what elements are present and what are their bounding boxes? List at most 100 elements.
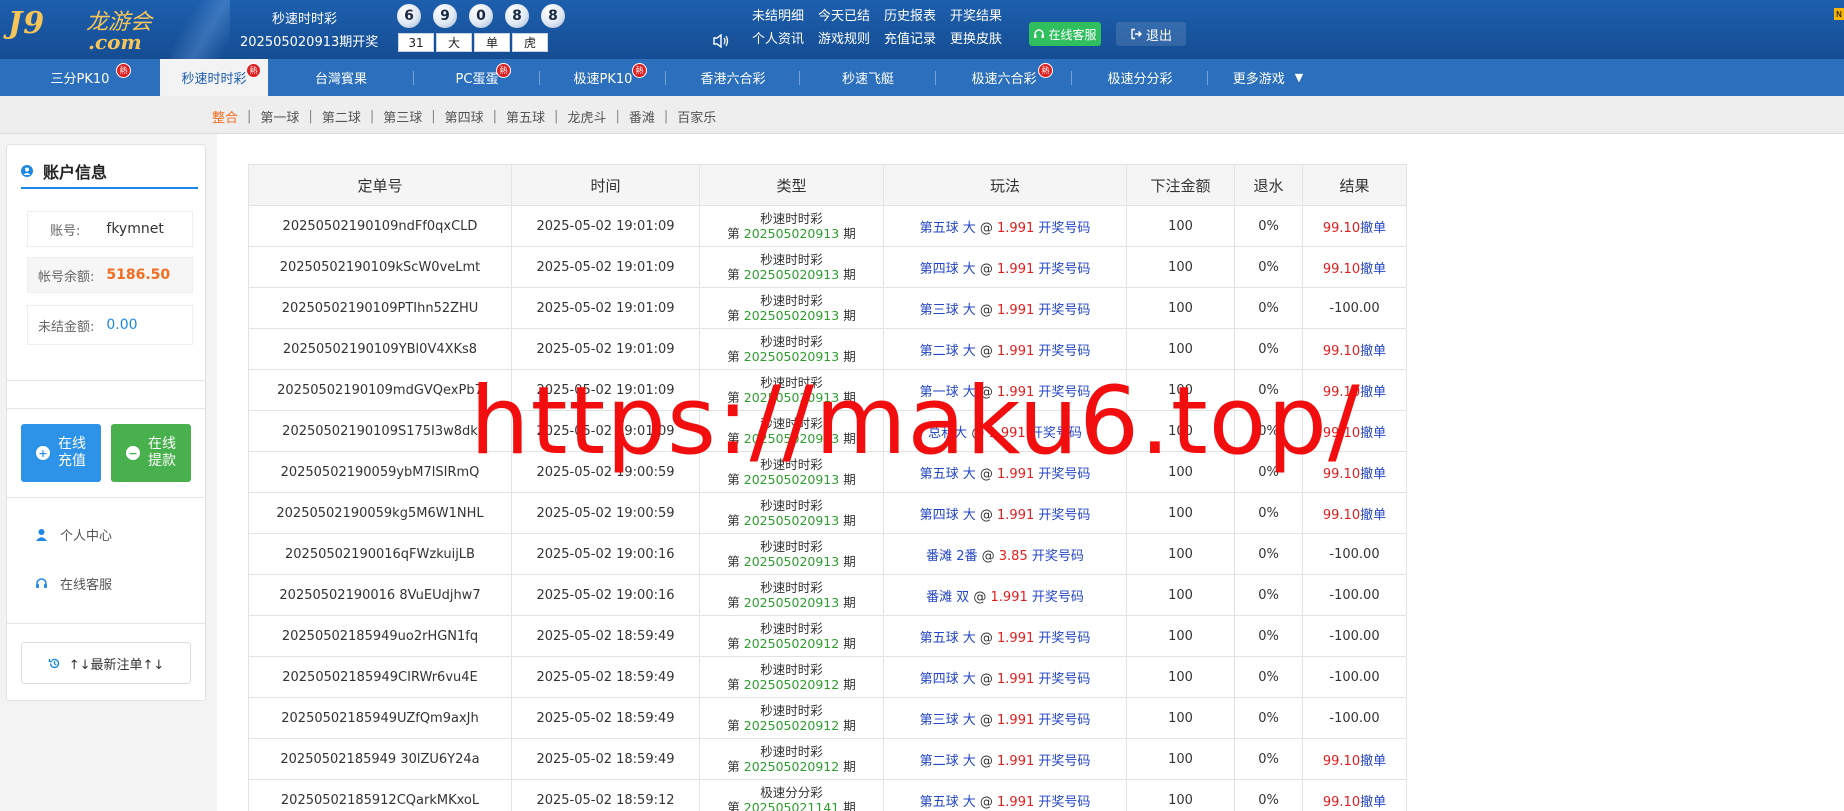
sound-icon[interactable]	[712, 33, 730, 49]
link-deposit-records[interactable]: 充值记录	[884, 28, 936, 47]
draw-number-link[interactable]: 开奖号码	[1038, 344, 1090, 359]
cancel-order-link[interactable]: 撤单	[1360, 221, 1386, 236]
cancel-order-link[interactable]: 撤单	[1360, 426, 1386, 441]
deposit-button[interactable]: + 在线 充值	[21, 424, 101, 482]
sub-tab-dragon-tiger[interactable]: 龙虎斗	[567, 107, 606, 126]
draw-number-link[interactable]: 开奖号码	[1032, 590, 1084, 605]
draw-number-link[interactable]: 开奖号码	[1038, 221, 1090, 236]
draw-number-link[interactable]: 开奖号码	[1038, 795, 1090, 810]
nav-item-speed-pk10[interactable]: 极速PK10 熱	[540, 59, 666, 96]
time-cell: 2025-05-02 19:01:09	[511, 287, 700, 329]
result-cell: 99.10撤单	[1302, 738, 1407, 780]
issue-line: 第 202505020912 期	[700, 718, 883, 733]
main-content: 定单号 时间 类型 玩法 下注金额 退水 结果 20250502190109nd…	[217, 134, 1844, 811]
cancel-order-link[interactable]: 撤单	[1360, 467, 1386, 482]
plus-icon: +	[36, 446, 50, 460]
nav-item-3min-pk10[interactable]: 三分PK10 熱	[0, 59, 160, 96]
headset-icon	[1034, 29, 1045, 38]
logout-button[interactable]: 退出	[1116, 22, 1186, 46]
bet-amount-cell: 100	[1126, 451, 1235, 493]
result-cell: 99.10撤单	[1302, 205, 1407, 247]
nav-item-hk-marksix[interactable]: 香港六合彩	[666, 59, 800, 96]
draw-number-link[interactable]: 开奖号码	[1038, 672, 1090, 687]
link-draw-results[interactable]: 开奖结果	[950, 5, 1002, 24]
link-personal-info[interactable]: 个人资讯	[752, 28, 804, 47]
sub-separator: |	[554, 109, 559, 124]
sub-separator: |	[663, 109, 669, 124]
customer-service-button[interactable]: 在线客服	[1029, 22, 1101, 46]
odds-value: 3.85	[998, 548, 1028, 564]
draw-number-link[interactable]: 开奖号码	[1038, 467, 1090, 482]
result-cell: -100.00	[1302, 533, 1407, 575]
play-name: 第四球 大	[919, 261, 976, 277]
header-links: 未结明细 今天已结 历史报表 开奖结果 个人资讯 游戏规则 充值记录 更换皮肤	[752, 5, 1002, 47]
game-name: 秒速时时彩	[760, 375, 823, 390]
sub-tab-baccarat[interactable]: 百家乐	[677, 107, 716, 126]
link-history-report[interactable]: 历史报表	[884, 5, 936, 24]
type-cell: 秒速时时彩第 202505020913 期	[699, 410, 884, 452]
play-cell: 番滩 双 @ 1.991 开奖号码	[883, 574, 1127, 616]
time-cell: 2025-05-02 18:59:49	[511, 615, 700, 657]
play-name: 第二球 大	[919, 343, 976, 359]
draw-number-link[interactable]: 开奖号码	[1038, 385, 1090, 400]
sub-tab-ball-3[interactable]: 第三球	[383, 107, 422, 126]
result-cell: 99.10撤单	[1302, 369, 1407, 411]
result-amount: 99.10	[1322, 220, 1361, 236]
cancel-order-link[interactable]: 撤单	[1360, 385, 1386, 400]
play-name: 第一球 大	[919, 384, 976, 400]
type-cell: 秒速时时彩第 202505020912 期	[699, 738, 884, 780]
nav-item-more-games[interactable]: 更多游戏 ▼	[1208, 59, 1328, 96]
cancel-order-link[interactable]: 撤单	[1360, 262, 1386, 277]
col-order-no: 定单号	[248, 164, 512, 206]
table-row: 20250502190016qFWzkuijLB 2025-05-02 19:00…	[248, 533, 1407, 575]
sub-tab-ball-4[interactable]: 第四球	[445, 107, 484, 126]
draw-number-link[interactable]: 开奖号码	[1038, 754, 1090, 769]
draw-number-link[interactable]: 开奖号码	[1038, 303, 1090, 318]
nav-item-pc-egg[interactable]: PC蛋蛋 熱	[414, 59, 540, 96]
issue-prefix: 第	[727, 472, 740, 487]
link-today-settled[interactable]: 今天已结	[818, 5, 870, 24]
result-cell: 99.10撤单	[1302, 410, 1407, 452]
nav-item-label: 更多游戏	[1232, 72, 1285, 87]
play-cell: 第三球 大 @ 1.991 开奖号码	[883, 287, 1127, 329]
sub-separator: |	[615, 109, 620, 124]
result-amount: 99.10	[1322, 384, 1361, 400]
customer-service-label: 在线客服	[1048, 27, 1097, 42]
time-cell: 2025-05-02 18:59:49	[511, 738, 700, 780]
draw-number-link[interactable]: 开奖号码	[1032, 549, 1084, 564]
sub-tab-ball-2[interactable]: 第二球	[322, 107, 361, 126]
game-name: 秒速时时彩	[760, 334, 823, 349]
draw-number-link[interactable]: 开奖号码	[1038, 508, 1090, 523]
cancel-order-link[interactable]: 撤单	[1360, 508, 1386, 523]
personal-center-link[interactable]: 个人中心	[35, 525, 112, 544]
sub-tab-combined[interactable]: 整合	[212, 107, 238, 126]
link-change-skin[interactable]: 更换皮肤	[950, 28, 1002, 47]
sub-tab-fantan[interactable]: 番滩	[629, 107, 655, 126]
draw-number-link[interactable]: 开奖号码	[1038, 262, 1090, 277]
game-name: 秒速时时彩	[760, 498, 823, 513]
cancel-order-link[interactable]: 撤单	[1360, 795, 1386, 810]
online-service-link[interactable]: 在线客服	[35, 574, 112, 593]
at-symbol: @	[979, 630, 993, 646]
draw-number-link[interactable]: 开奖号码	[1030, 426, 1082, 441]
at-symbol: @	[981, 548, 995, 564]
sub-tab-ball-5[interactable]: 第五球	[506, 107, 545, 126]
cancel-order-link[interactable]: 撤单	[1360, 754, 1386, 769]
result-amount: -100.00	[1329, 587, 1380, 603]
draw-number-link[interactable]: 开奖号码	[1038, 713, 1090, 728]
link-game-rules[interactable]: 游戏规则	[818, 28, 870, 47]
nav-item-second-ssc[interactable]: 秒速时时彩 熱	[160, 59, 268, 96]
draw-number-link[interactable]: 开奖号码	[1038, 631, 1090, 646]
cancel-order-link[interactable]: 撤单	[1360, 344, 1386, 359]
nav-item-second-boat[interactable]: 秒速飞艇	[800, 59, 936, 96]
nav-item-speed-marksix[interactable]: 极速六合彩 熱	[936, 59, 1072, 96]
nav-item-taiwan-bingo[interactable]: 台灣賓果	[268, 59, 414, 96]
latest-orders-button[interactable]: ↑↓最新注单↑↓	[21, 642, 191, 684]
link-unsettled-details[interactable]: 未结明细	[752, 5, 804, 24]
nav-item-speed-ffc[interactable]: 极速分分彩	[1072, 59, 1208, 96]
play-name: 番滩 双	[926, 589, 970, 605]
sub-tab-ball-1[interactable]: 第一球	[260, 107, 299, 126]
withdraw-button[interactable]: − 在线 提款	[111, 424, 191, 482]
at-symbol: @	[979, 753, 993, 769]
result-amount: -100.00	[1329, 710, 1380, 726]
